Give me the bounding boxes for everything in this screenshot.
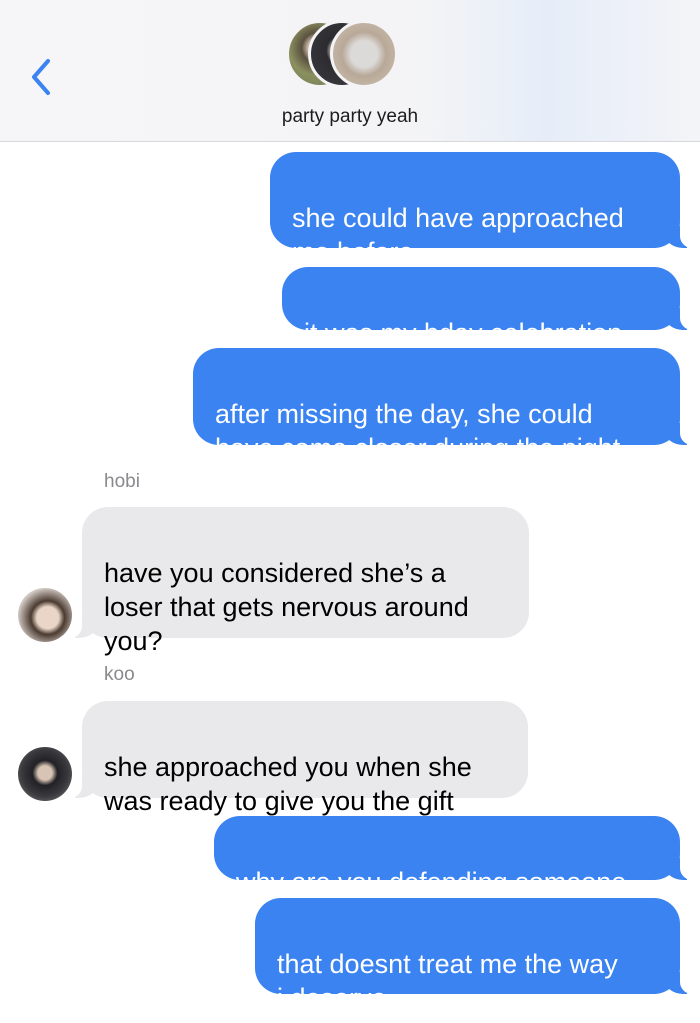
group-avatars[interactable]: [286, 20, 416, 94]
sent-message[interactable]: she could have approached me before: [270, 152, 699, 267]
bubble-tail: [665, 224, 699, 248]
message-text: she could have approached me before: [292, 203, 624, 267]
message-text: she approached you when she was ready to…: [104, 752, 472, 816]
avatar[interactable]: [18, 747, 72, 801]
message-text: it was my bday celebration: [304, 318, 623, 348]
bubble-tail: [665, 421, 699, 445]
received-message[interactable]: have you considered she’s a loser that g…: [63, 507, 529, 656]
chevron-left-icon: [32, 59, 50, 95]
group-avatar: [330, 20, 398, 88]
bubble-tail: [63, 614, 97, 638]
received-message[interactable]: she approached you when she was ready to…: [63, 701, 528, 816]
conversation-header: party party yeah: [0, 0, 700, 142]
sent-message[interactable]: after missing the day, she could have co…: [193, 348, 699, 463]
avatar[interactable]: [18, 588, 72, 642]
bubble-tail: [665, 306, 699, 330]
sender-name: hobi: [104, 471, 140, 492]
message-text: that doesnt treat me the way i deserve: [277, 949, 618, 1013]
sent-message[interactable]: why are you defending someone: [214, 816, 699, 897]
sent-message[interactable]: that doesnt treat me the way i deserve: [255, 898, 699, 1013]
back-button[interactable]: [26, 55, 60, 99]
group-name[interactable]: party party yeah: [0, 106, 700, 128]
bubble-tail: [63, 774, 97, 798]
chat-screen: party party yeah she could have approach…: [0, 0, 700, 1023]
message-text: after missing the day, she could have co…: [215, 399, 621, 463]
message-text: why are you defending someone: [236, 867, 627, 897]
sender-name: koo: [104, 664, 135, 685]
bubble-tail: [665, 970, 699, 994]
message-text: have you considered she’s a loser that g…: [104, 558, 469, 656]
bubble-tail: [665, 856, 699, 880]
sent-message[interactable]: it was my bday celebration: [282, 267, 699, 348]
